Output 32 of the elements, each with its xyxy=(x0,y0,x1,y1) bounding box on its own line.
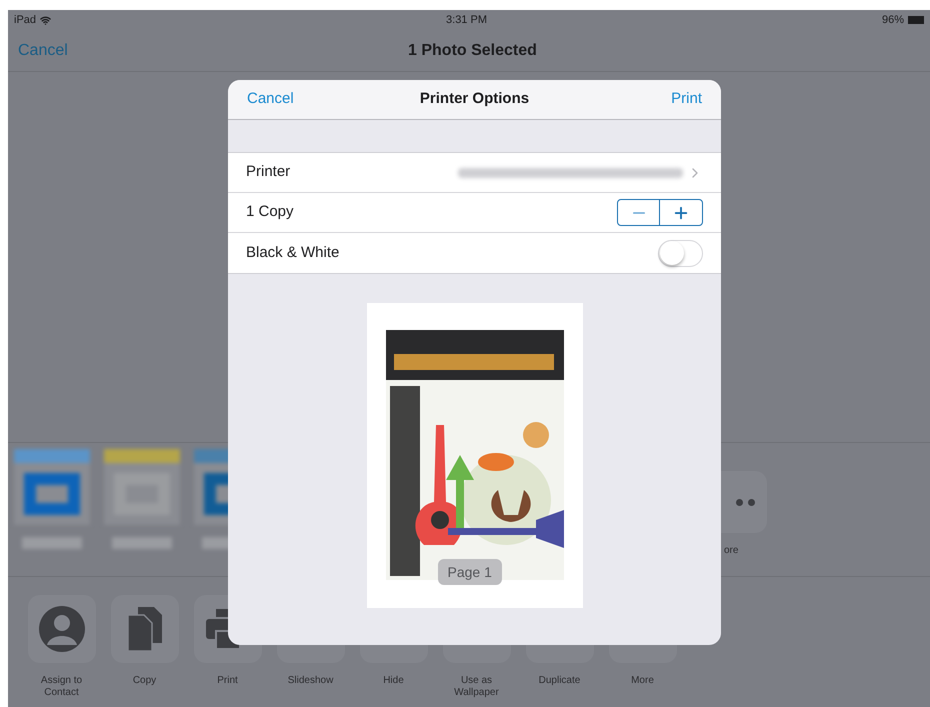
dialog-title: Printer Options xyxy=(420,89,530,110)
device-name: iPad xyxy=(14,12,36,28)
action-label: Hide xyxy=(382,675,405,687)
clock: 3:31 PM xyxy=(446,12,487,28)
copy-icon xyxy=(128,607,162,651)
action-label: Copy xyxy=(132,675,158,687)
cancel-button[interactable]: Cancel xyxy=(247,88,294,111)
action-label: Duplicate xyxy=(538,675,582,687)
action-tile[interactable] xyxy=(28,595,96,663)
copies-stepper[interactable] xyxy=(617,199,703,226)
battery-icon xyxy=(908,16,924,24)
copies-label: 1 Copy xyxy=(246,202,294,222)
nav-title: 1 Photo Selected xyxy=(408,40,537,60)
action-label: More xyxy=(630,675,655,687)
blurred-app-icon[interactable] xyxy=(102,449,182,549)
battery-percent: 96% xyxy=(882,12,904,28)
wifi-icon xyxy=(40,14,52,26)
action-label: Assign to Contact xyxy=(40,675,84,699)
cancel-link[interactable]: Cancel xyxy=(18,38,68,62)
blurred-app-icon[interactable] xyxy=(12,449,92,549)
monochrome-label: Black & White xyxy=(246,242,340,263)
action-tile[interactable] xyxy=(110,595,178,663)
page-number-badge: Page 1 xyxy=(438,559,502,585)
printer-label: Printer xyxy=(246,162,290,182)
action-label: Slideshow xyxy=(286,675,334,687)
action-label: Print xyxy=(216,675,239,687)
print-button[interactable]: Print xyxy=(671,88,702,111)
app-label: ore xyxy=(724,544,738,558)
monochrome-toggle[interactable] xyxy=(658,240,703,266)
contact-icon xyxy=(38,605,86,653)
action-label: Use as Wallpaper xyxy=(453,675,500,699)
printer-row[interactable]: Printer xyxy=(228,153,721,193)
